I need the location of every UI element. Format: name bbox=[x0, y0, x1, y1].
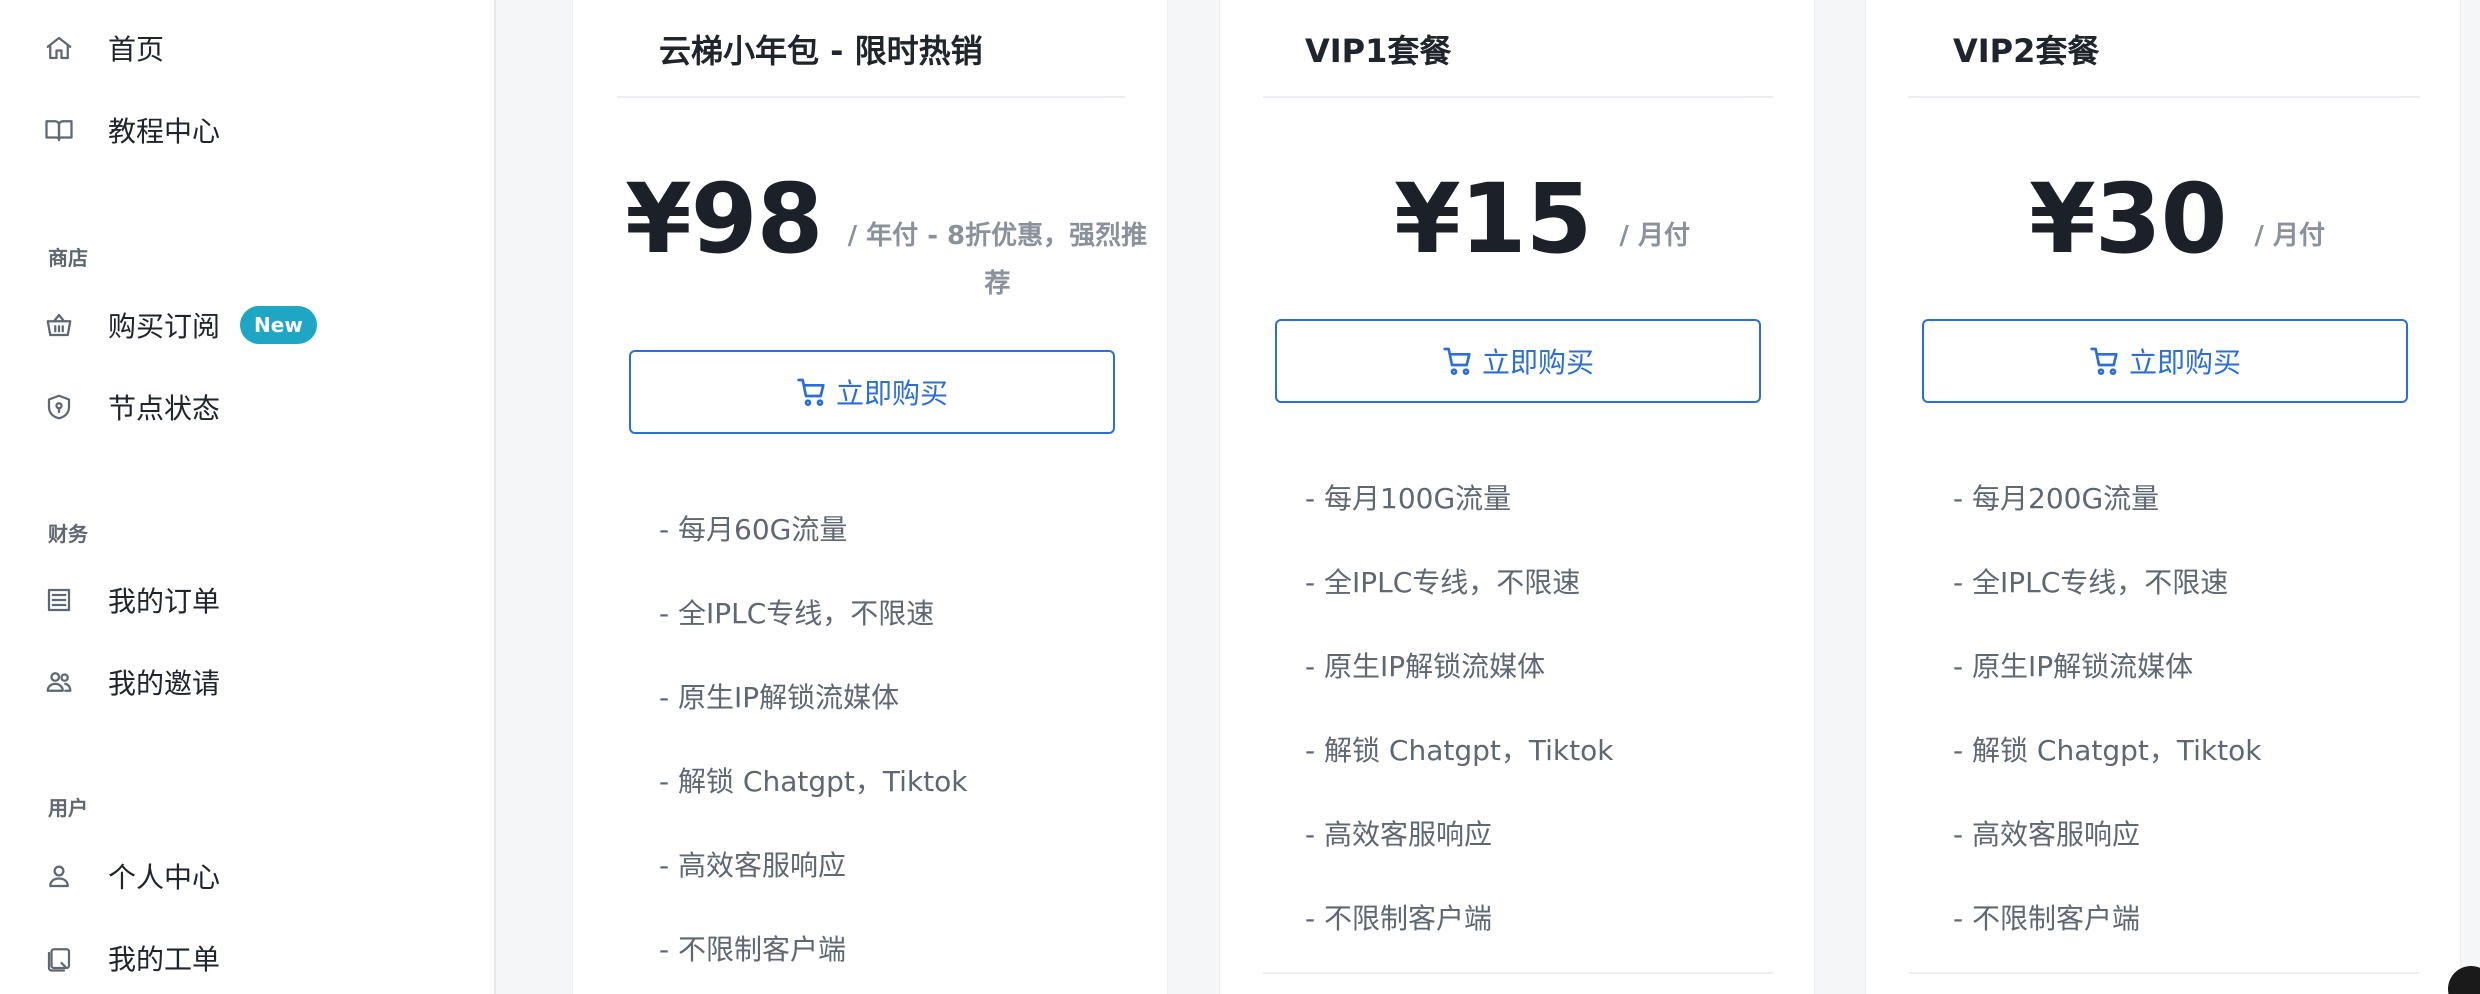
plan-price: ¥30 bbox=[2029, 163, 2227, 275]
sidebar-item-tutorials[interactable]: 教程中心 bbox=[42, 105, 220, 155]
list-item: - 高效客服响应 bbox=[1953, 818, 2141, 851]
buy-now-label: 立即购买 bbox=[1481, 346, 1594, 379]
sidebar-item-home[interactable]: 首页 bbox=[42, 23, 164, 73]
price-block: ¥98 / 年付 - 8折优惠，强烈推荐 bbox=[625, 164, 1152, 308]
sidebar-item-label: 个人中心 bbox=[108, 861, 221, 894]
sidebar-item-node-status[interactable]: 节点状态 bbox=[42, 382, 220, 432]
sidebar-item-label: 首页 bbox=[108, 33, 165, 66]
sidebar-item-label: 节点状态 bbox=[108, 392, 221, 425]
receipt-icon bbox=[42, 583, 76, 617]
section-title-finance: 财务 bbox=[48, 522, 88, 546]
list-item: - 每月60G流量 bbox=[659, 513, 848, 546]
basket-icon bbox=[42, 308, 76, 342]
section-title-store: 商店 bbox=[48, 246, 88, 270]
divider bbox=[1908, 972, 2420, 974]
plan-title: 云梯小年包 - 限时热销 bbox=[659, 32, 983, 70]
plan-price: ¥15 bbox=[1394, 163, 1592, 275]
feature-list: - 每月200G流量 - 全IPLC专线，不限速 - 原生IP解锁流媒体 - 解… bbox=[1953, 457, 2261, 961]
sidebar: 首页 教程中心 商店 购买订阅 New 节点状态 财务 我的订单 我的邀请 用户 bbox=[0, 0, 496, 994]
price-block: ¥15 / 月付 bbox=[1394, 164, 1690, 274]
list-item: - 每月200G流量 bbox=[1953, 482, 2160, 515]
sidebar-item-profile[interactable]: 个人中心 bbox=[42, 851, 220, 901]
buy-now-button[interactable]: 立即购买 bbox=[1275, 319, 1761, 403]
list-item: - 解锁 Chatgpt，Tiktok bbox=[659, 765, 968, 798]
sidebar-item-my-invites[interactable]: 我的邀请 bbox=[42, 657, 220, 707]
list-item: - 解锁 Chatgpt，Tiktok bbox=[1953, 734, 2262, 767]
shield-icon bbox=[42, 390, 76, 424]
plan-period: / 月付 bbox=[1619, 221, 1690, 251]
feature-list: - 每月100G流量 - 全IPLC专线，不限速 - 原生IP解锁流媒体 - 解… bbox=[1305, 457, 1613, 961]
buy-now-label: 立即购买 bbox=[2128, 346, 2241, 379]
divider bbox=[1908, 96, 2420, 98]
list-item: - 全IPLC专线，不限速 bbox=[1305, 566, 1581, 599]
sidebar-item-label: 我的订单 bbox=[108, 585, 221, 618]
cart-icon bbox=[797, 378, 825, 406]
buy-now-button[interactable]: 立即购买 bbox=[1922, 319, 2408, 403]
divider bbox=[1263, 96, 1773, 98]
plan-period: / 月付 bbox=[2254, 221, 2325, 251]
list-item: - 全IPLC专线，不限速 bbox=[659, 597, 935, 630]
list-item: - 不限制客户端 bbox=[1305, 902, 1493, 935]
list-item: - 高效客服响应 bbox=[659, 849, 847, 882]
price-block: ¥30 / 月付 bbox=[2029, 164, 2325, 274]
list-item: - 全IPLC专线，不限速 bbox=[1953, 566, 2229, 599]
plan-price: ¥98 bbox=[625, 163, 823, 275]
sidebar-item-label: 我的工单 bbox=[108, 943, 221, 976]
feature-list: - 每月60G流量 - 全IPLC专线，不限速 - 原生IP解锁流媒体 - 解锁… bbox=[659, 488, 967, 992]
new-badge: New bbox=[240, 306, 317, 344]
sidebar-item-buy-subscription[interactable]: 购买订阅 New bbox=[42, 300, 317, 350]
ticket-icon bbox=[42, 941, 76, 975]
list-item: - 原生IP解锁流媒体 bbox=[1953, 650, 2194, 683]
home-icon bbox=[42, 31, 76, 65]
sidebar-item-my-orders[interactable]: 我的订单 bbox=[42, 575, 220, 625]
plan-title: VIP2套餐 bbox=[1953, 32, 2100, 70]
sidebar-item-my-tickets[interactable]: 我的工单 bbox=[42, 933, 220, 983]
plan-card-vip1: VIP1套餐 ¥15 / 月付 立即购买 - 每月100G流量 - 全IPLC专… bbox=[1219, 0, 1815, 994]
plan-card-vip2: VIP2套餐 ¥30 / 月付 立即购买 - 每月200G流量 - 全IPLC专… bbox=[1865, 0, 2461, 994]
list-item: - 高效客服响应 bbox=[1305, 818, 1493, 851]
list-item: - 不限制客户端 bbox=[659, 933, 847, 966]
sidebar-item-label: 购买订阅 bbox=[108, 310, 221, 343]
user-icon bbox=[42, 859, 76, 893]
divider bbox=[1263, 972, 1773, 974]
users-icon bbox=[42, 665, 76, 699]
plan-card-annual: 云梯小年包 - 限时热销 ¥98 / 年付 - 8折优惠，强烈推荐 立即购买 -… bbox=[572, 0, 1168, 994]
buy-now-label: 立即购买 bbox=[835, 377, 948, 410]
cart-icon bbox=[2090, 347, 2118, 375]
sidebar-item-label: 教程中心 bbox=[108, 115, 221, 148]
list-item: - 原生IP解锁流媒体 bbox=[1305, 650, 1546, 683]
list-item: - 解锁 Chatgpt，Tiktok bbox=[1305, 734, 1614, 767]
plan-title: VIP1套餐 bbox=[1305, 32, 1452, 70]
divider bbox=[617, 96, 1125, 98]
section-title-user: 用户 bbox=[48, 796, 88, 820]
list-item: - 不限制客户端 bbox=[1953, 902, 2141, 935]
plan-period: / 年付 - 8折优惠，强烈推荐 bbox=[847, 221, 1148, 299]
sidebar-item-label: 我的邀请 bbox=[108, 667, 221, 700]
book-icon bbox=[42, 113, 76, 147]
list-item: - 原生IP解锁流媒体 bbox=[659, 681, 900, 714]
cart-icon bbox=[1443, 347, 1471, 375]
list-item: - 每月100G流量 bbox=[1305, 482, 1512, 515]
buy-now-button[interactable]: 立即购买 bbox=[629, 350, 1115, 434]
